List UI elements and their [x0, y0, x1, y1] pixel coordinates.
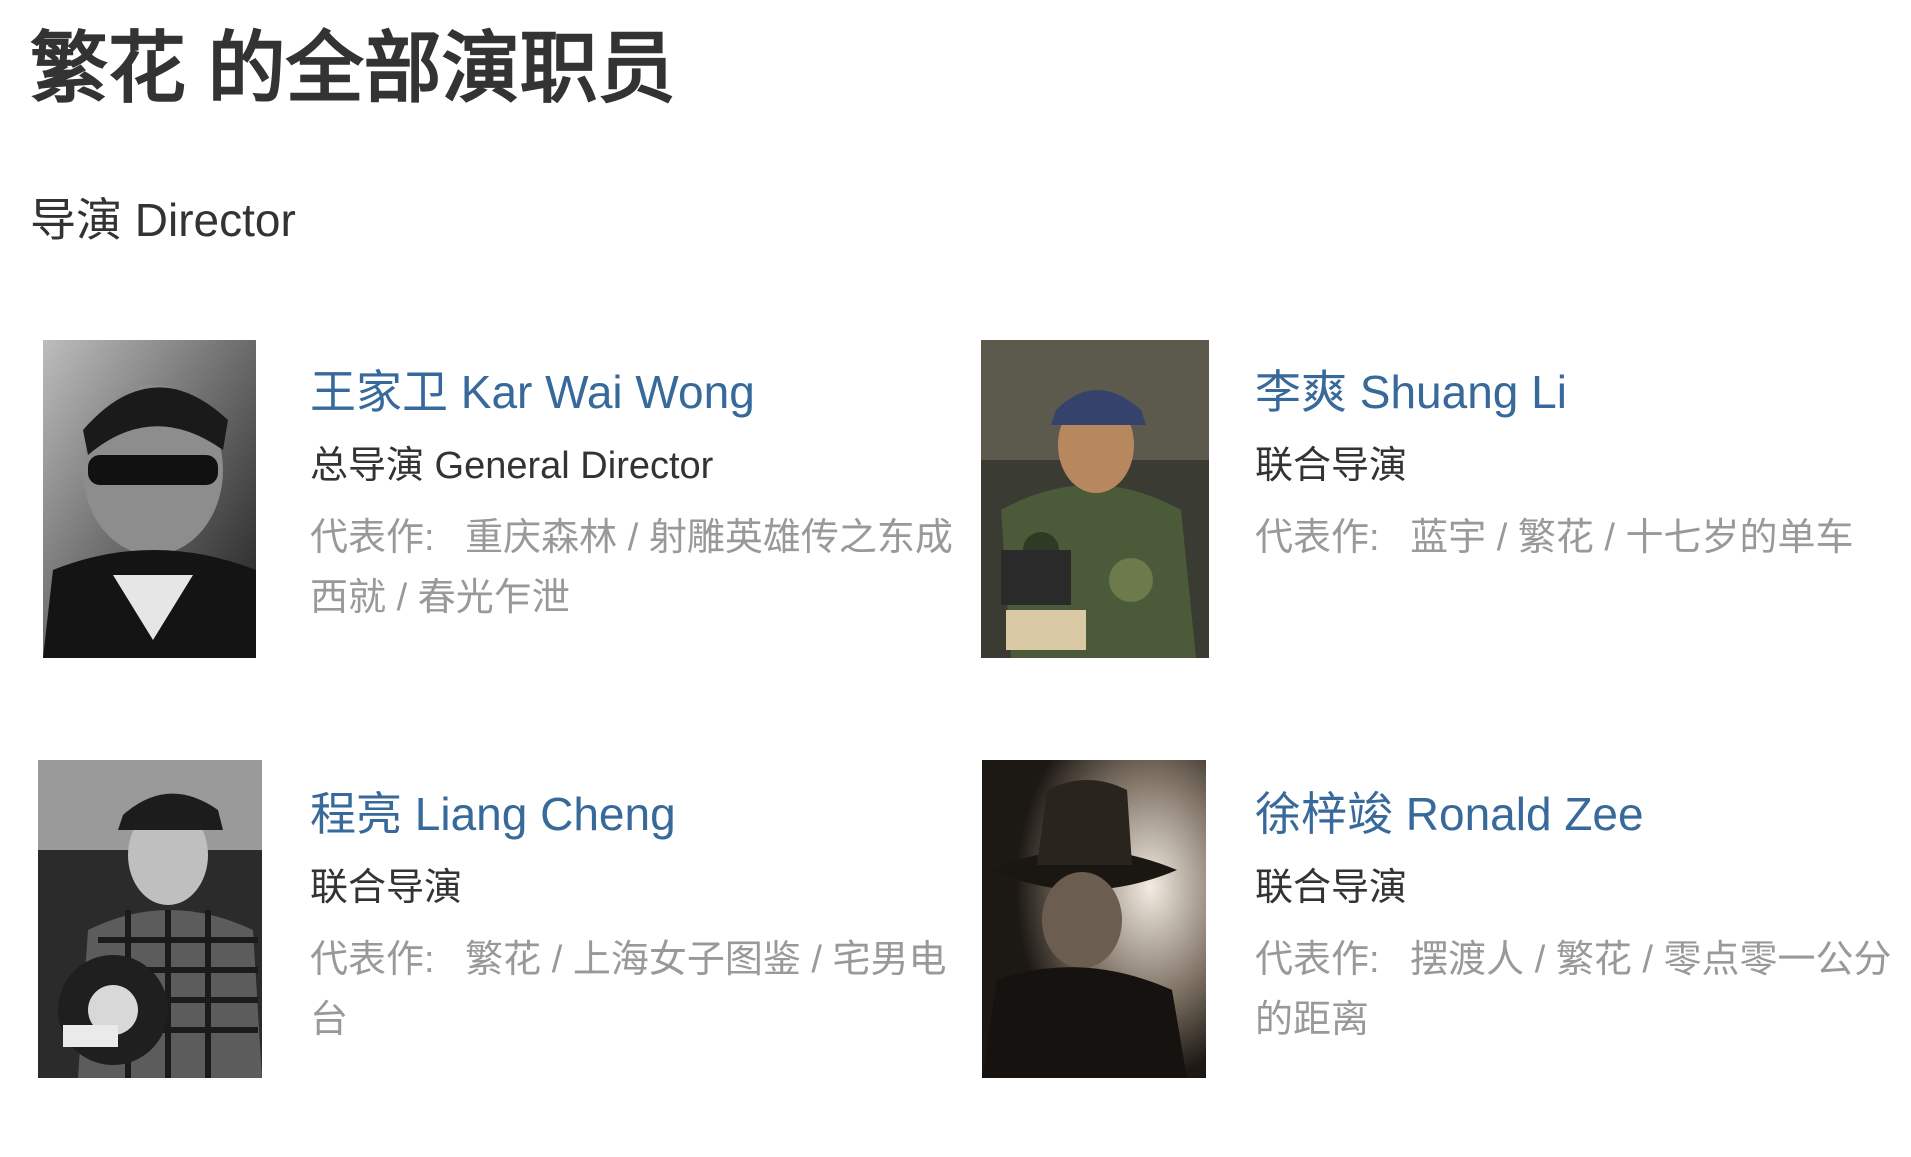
work-link[interactable]: 上海女子图鉴	[573, 939, 801, 981]
person-info-wong: 王家卫 Kar Wai Wong 总导演 General Director 代表…	[310, 362, 970, 628]
person-name-link[interactable]: 徐梓竣 Ronald Zee	[1255, 784, 1905, 844]
work-link[interactable]: 繁花	[1518, 517, 1594, 559]
person-role: 总导演 General Director	[310, 445, 714, 487]
person-photo-zee[interactable]	[982, 760, 1206, 1078]
work-link[interactable]: 春光乍泄	[418, 577, 570, 619]
works-separator: /	[1604, 517, 1626, 559]
works-label: 代表作:	[310, 939, 435, 981]
work-link[interactable]: 摆渡人	[1410, 939, 1524, 981]
works-label: 代表作:	[1255, 517, 1380, 559]
work-link[interactable]: 蓝宇	[1410, 517, 1486, 559]
person-info-li: 李爽 Shuang Li 联合导演 代表作: 蓝宇 / 繁花 / 十七岁的单车	[1255, 362, 1895, 568]
person-role: 联合导演	[310, 867, 463, 909]
person-works: 代表作: 摆渡人 / 繁花 / 零点零一公分的距离	[1255, 930, 1905, 1050]
person-info-cheng: 程亮 Liang Cheng 联合导演 代表作: 繁花 / 上海女子图鉴 / 宅…	[310, 784, 970, 1050]
person-photo-wong[interactable]	[43, 340, 256, 658]
person-name-link[interactable]: 程亮 Liang Cheng	[310, 784, 970, 844]
works-label: 代表作:	[310, 517, 435, 559]
work-link[interactable]: 繁花	[1556, 939, 1632, 981]
person-works: 代表作: 繁花 / 上海女子图鉴 / 宅男电台	[310, 930, 970, 1050]
work-link[interactable]: 重庆森林	[465, 517, 617, 559]
works-separator: /	[1534, 939, 1556, 981]
works-separator: /	[627, 517, 649, 559]
works-separator: /	[811, 939, 833, 981]
person-name-link[interactable]: 李爽 Shuang Li	[1255, 362, 1895, 422]
person-photo-li[interactable]	[981, 340, 1209, 658]
person-photo-cheng[interactable]	[38, 760, 262, 1078]
works-separator: /	[551, 939, 573, 981]
page-title: 繁花 的全部演职员	[30, 24, 676, 112]
person-role: 联合导演	[1255, 445, 1408, 487]
person-name-link[interactable]: 王家卫 Kar Wai Wong	[310, 362, 970, 422]
works-separator: /	[1496, 517, 1518, 559]
work-link[interactable]: 繁花	[465, 939, 541, 981]
person-info-zee: 徐梓竣 Ronald Zee 联合导演 代表作: 摆渡人 / 繁花 / 零点零一…	[1255, 784, 1905, 1050]
person-role: 联合导演	[1255, 867, 1408, 909]
section-title-director: 导演 Director	[30, 194, 296, 246]
person-works: 代表作: 重庆森林 / 射雕英雄传之东成西就 / 春光乍泄	[310, 508, 970, 628]
work-link[interactable]: 十七岁的单车	[1626, 517, 1854, 559]
works-separator: /	[396, 577, 418, 619]
person-works: 代表作: 蓝宇 / 繁花 / 十七岁的单车	[1255, 508, 1895, 568]
works-separator: /	[1642, 939, 1664, 981]
works-label: 代表作:	[1255, 939, 1380, 981]
